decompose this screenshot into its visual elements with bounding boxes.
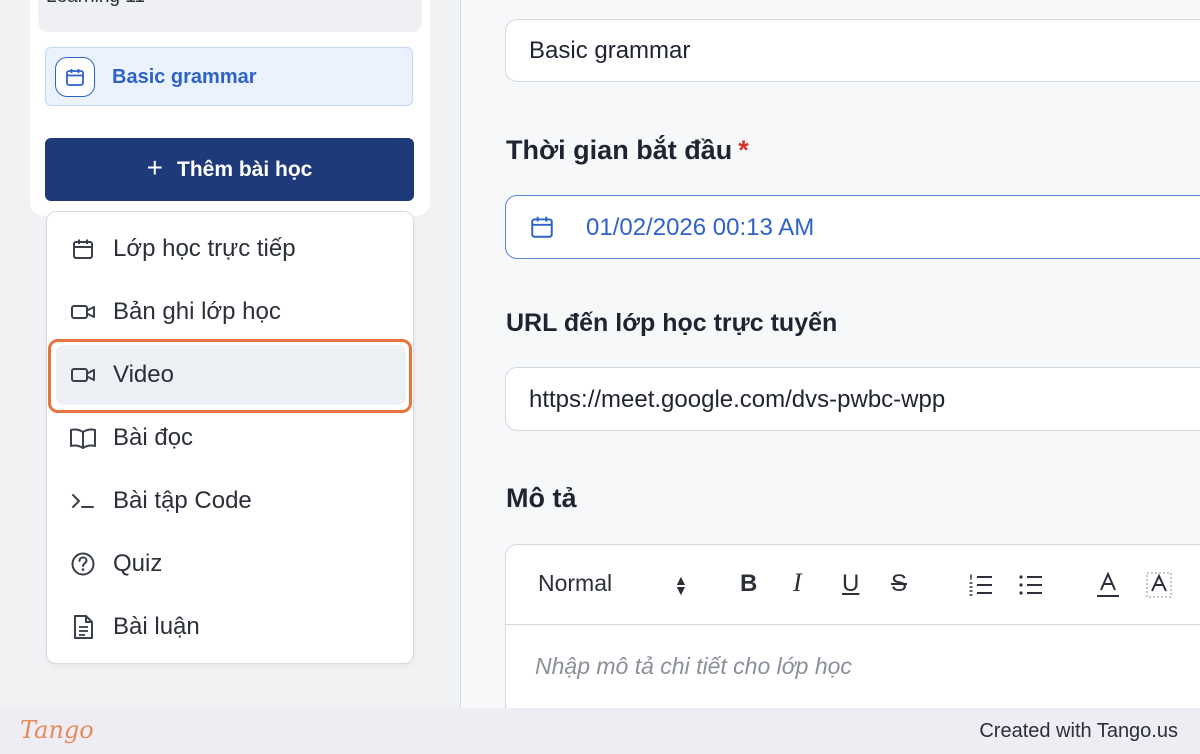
menu-item-label: Bài đọc [113, 424, 194, 451]
section-item[interactable]: Learning 11 [38, 0, 422, 32]
add-lesson-button[interactable]: + Thêm bài học [45, 138, 414, 201]
url-field[interactable]: https://meet.google.com/dvs-pwbc-wpp [505, 367, 1200, 431]
menu-item-label: Video [113, 361, 174, 388]
select-arrows-icon: ▲ ▼ [674, 572, 688, 598]
description-label: Mô tả [506, 483, 577, 513]
menu-item-label: Lớp học trực tiếp [113, 235, 296, 262]
strikethrough-button[interactable]: S [891, 570, 907, 598]
menu-item-code-exercise[interactable]: Bài tập Code [47, 470, 413, 532]
bullet-list-icon[interactable] [1018, 573, 1044, 604]
calendar-icon [529, 214, 555, 245]
editor-toolbar: Normal ▲ ▼ B I U S [506, 545, 1200, 625]
url-label: URL đến lớp học trực tuyến [506, 309, 838, 337]
tango-logo: Tango [20, 716, 94, 744]
menu-item-label: Quiz [113, 550, 163, 577]
format-select[interactable]: Normal [538, 570, 612, 597]
tango-credit: Created with Tango.us [979, 720, 1178, 742]
document-icon [69, 613, 97, 641]
text-color-icon[interactable] [1096, 571, 1120, 605]
menu-item-reading[interactable]: Bài đọc [47, 407, 413, 469]
description-placeholder: Nhập mô tả chi tiết cho lớp học [535, 653, 852, 679]
question-circle-icon [69, 550, 97, 578]
lesson-type-menu: Lớp học trực tiếp Bản ghi lớp học Video … [46, 211, 414, 664]
section-label: Learning 11 [46, 0, 145, 8]
bold-button[interactable]: B [740, 570, 757, 598]
start-time-label: Thời gian bắt đầu * [506, 135, 749, 166]
video-camera-icon [69, 361, 97, 389]
background-color-icon[interactable] [1146, 572, 1172, 605]
lesson-item-label: Basic grammar [112, 66, 257, 88]
menu-item-label: Bài luận [113, 613, 200, 640]
required-mark: * [738, 135, 749, 165]
start-time-value: 01/02/2026 00:13 AM [586, 214, 815, 241]
calendar-icon [69, 235, 97, 263]
terminal-icon [69, 487, 97, 515]
start-time-label-text: Thời gian bắt đầu [506, 135, 733, 165]
menu-item-live-class[interactable]: Lớp học trực tiếp [47, 218, 413, 280]
menu-item-class-recording[interactable]: Bản ghi lớp học [47, 281, 413, 343]
menu-item-quiz[interactable]: Quiz [47, 533, 413, 595]
calendar-icon [55, 57, 95, 97]
add-lesson-label: Thêm bài học [177, 157, 313, 181]
lesson-title-field[interactable]: Basic grammar [505, 19, 1200, 82]
menu-item-label: Bản ghi lớp học [113, 298, 281, 325]
plus-icon: + [146, 152, 163, 183]
lesson-item-active[interactable]: Basic grammar [45, 47, 413, 106]
ordered-list-icon[interactable] [968, 573, 994, 604]
italic-button[interactable]: I [793, 568, 802, 598]
book-open-icon [69, 424, 97, 452]
menu-item-video[interactable]: Video [56, 345, 406, 405]
url-value: https://meet.google.com/dvs-pwbc-wpp [529, 386, 946, 413]
tango-footer: Tango Created with Tango.us [0, 708, 1200, 754]
video-camera-icon [69, 298, 97, 326]
menu-item-label: Bài tập Code [113, 487, 252, 514]
underline-button[interactable]: U [842, 570, 859, 598]
start-time-field[interactable]: 01/02/2026 00:13 AM [505, 195, 1200, 259]
lesson-title-value: Basic grammar [529, 37, 691, 64]
menu-item-essay[interactable]: Bài luận [47, 596, 413, 658]
